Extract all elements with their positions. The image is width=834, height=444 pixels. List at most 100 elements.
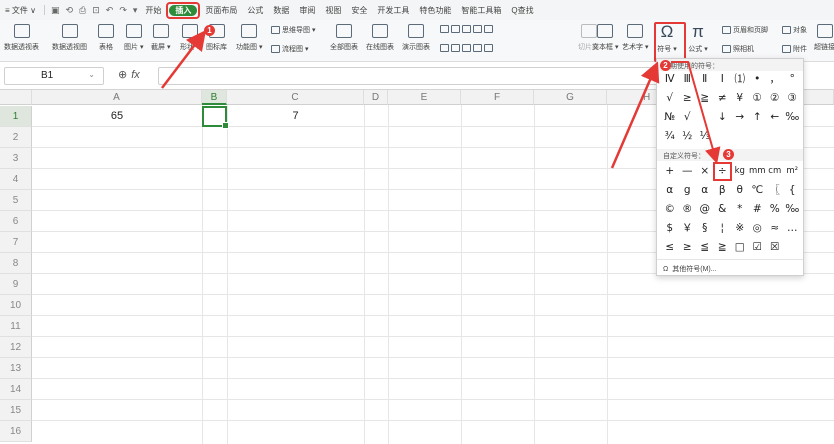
- textbox-button[interactable]: 文本框 ▾: [592, 24, 618, 52]
- row-header[interactable]: 3: [0, 148, 32, 169]
- symbol-item[interactable]: &: [714, 201, 732, 218]
- symbol-item[interactable]: ①: [749, 90, 767, 107]
- row-header[interactable]: 13: [0, 358, 32, 379]
- undo-icon[interactable]: ↶: [103, 5, 117, 16]
- symbol-item[interactable]: ☒: [766, 239, 784, 256]
- symbol-item[interactable]: α: [696, 182, 714, 199]
- picture-button[interactable]: 图片 ▾: [124, 24, 143, 52]
- row-header[interactable]: 5: [0, 190, 32, 211]
- symbol-item[interactable]: ≠: [714, 90, 732, 107]
- screenshot-button[interactable]: 截屏 ▾: [151, 24, 170, 52]
- symbol-item[interactable]: °: [784, 71, 802, 88]
- symbol-item[interactable]: ，: [766, 71, 784, 88]
- attachment-button[interactable]: 附件: [782, 44, 807, 54]
- object-button[interactable]: 对象: [782, 25, 807, 35]
- chart-type-buttons-row2[interactable]: [440, 44, 493, 52]
- symbol-item[interactable]: $: [661, 220, 679, 237]
- cell-a1[interactable]: 65: [32, 106, 202, 127]
- symbol-item[interactable]: Ⅲ: [679, 71, 697, 88]
- symbol-item[interactable]: ¥: [731, 90, 749, 107]
- tab-home[interactable]: 开始: [140, 5, 166, 16]
- mind-map-button[interactable]: 思维导图 ▾: [271, 25, 315, 35]
- wordart-button[interactable]: 艺术字 ▾: [622, 24, 648, 52]
- symbol-item[interactable]: ◎: [749, 220, 767, 237]
- tab-review[interactable]: 审阅: [294, 5, 320, 16]
- redo-icon[interactable]: ↷: [116, 5, 130, 16]
- column-header-c[interactable]: C: [227, 90, 364, 105]
- table-button[interactable]: 表格: [98, 24, 114, 52]
- symbol-item[interactable]: •: [749, 71, 767, 88]
- row-header[interactable]: 12: [0, 337, 32, 358]
- equation-button[interactable]: π 公式 ▾: [688, 23, 708, 54]
- chevron-down-icon[interactable]: ⌄: [88, 70, 95, 79]
- symbol-item[interactable]: Ⅳ: [661, 71, 679, 88]
- symbol-item[interactable]: α: [661, 182, 679, 199]
- tab-developer[interactable]: 开发工具: [372, 5, 414, 16]
- symbol-item[interactable]: ≥: [679, 90, 697, 107]
- symbol-item[interactable]: ≦: [696, 239, 714, 256]
- row-header[interactable]: 14: [0, 379, 32, 400]
- symbol-item[interactable]: …: [784, 220, 802, 237]
- row-header[interactable]: 10: [0, 295, 32, 316]
- flowchart-button[interactable]: 流程图 ▾: [271, 44, 308, 54]
- column-header-b[interactable]: B: [202, 90, 227, 105]
- tab-security[interactable]: 安全: [346, 5, 372, 16]
- row-header[interactable]: 2: [0, 127, 32, 148]
- symbol-item[interactable]: m²: [784, 163, 802, 180]
- symbol-item[interactable]: #: [749, 201, 767, 218]
- column-header-e[interactable]: E: [388, 90, 461, 105]
- print-icon[interactable]: ⎙: [76, 5, 89, 16]
- save-icon[interactable]: ▣: [48, 5, 63, 16]
- hyperlink-button[interactable]: 超链接: [814, 24, 834, 52]
- symbol-item[interactable]: ¾: [661, 128, 679, 145]
- row-header[interactable]: 8: [0, 253, 32, 274]
- tab-formulas[interactable]: 公式: [242, 5, 268, 16]
- symbol-item[interactable]: ≤: [661, 239, 679, 256]
- symbol-item[interactable]: mm: [749, 163, 767, 180]
- quick-access-dropdown-icon[interactable]: ▾: [130, 5, 141, 16]
- symbol-item[interactable]: Ⅱ: [696, 71, 714, 88]
- symbol-item[interactable]: 〖: [766, 182, 784, 199]
- row-header[interactable]: 16: [0, 421, 32, 442]
- tab-view[interactable]: 视图: [320, 5, 346, 16]
- symbol-item[interactable]: +: [661, 163, 679, 180]
- column-header-f[interactable]: F: [461, 90, 534, 105]
- symbol-item[interactable]: ↓: [714, 109, 732, 126]
- tab-data[interactable]: 数据: [268, 5, 294, 16]
- print-preview-icon[interactable]: ⊡: [89, 5, 103, 16]
- symbol-item[interactable]: ½: [679, 128, 697, 145]
- symbol-item[interactable]: kg: [731, 163, 749, 180]
- symbol-item[interactable]: ≥: [679, 239, 697, 256]
- file-menu[interactable]: ≡ 文件 ∨: [0, 5, 41, 16]
- function-chart-button[interactable]: 功能图 ▾: [236, 24, 262, 52]
- tab-insert[interactable]: 插入: [169, 4, 198, 16]
- symbol-item[interactable]: ×: [696, 163, 714, 180]
- row-header[interactable]: 1: [0, 106, 32, 127]
- all-charts-button[interactable]: 全部图表: [330, 24, 358, 52]
- symbol-item[interactable]: §: [696, 220, 714, 237]
- symbol-item[interactable]: ③: [784, 90, 802, 107]
- symbol-item[interactable]: ※: [731, 220, 749, 237]
- row-header[interactable]: 4: [0, 169, 32, 190]
- row-header[interactable]: 7: [0, 232, 32, 253]
- symbol-item[interactable]: ↑: [749, 109, 767, 126]
- function-icon[interactable]: ⊕ fx: [118, 68, 140, 81]
- symbol-item[interactable]: %: [766, 201, 784, 218]
- undo-history-icon[interactable]: ⟲: [62, 5, 76, 16]
- tab-features[interactable]: 特色功能: [414, 5, 456, 16]
- demo-chart-button[interactable]: 演示图表: [402, 24, 430, 52]
- header-footer-button[interactable]: 页眉和页脚: [722, 25, 768, 35]
- cell-c1[interactable]: 7: [227, 106, 364, 127]
- symbol-item[interactable]: ®: [679, 201, 697, 218]
- pivot-table-button[interactable]: 数据透视表: [4, 24, 39, 52]
- shape-button[interactable]: 形状 ▾: [180, 24, 199, 52]
- chart-type-buttons-row1[interactable]: [440, 25, 493, 33]
- camera-button[interactable]: 照相机: [722, 44, 754, 54]
- symbol-item[interactable]: □: [731, 239, 749, 256]
- symbol-item[interactable]: ⑴: [731, 71, 749, 88]
- symbol-item[interactable]: ☑: [749, 239, 767, 256]
- symbol-item[interactable]: ②: [766, 90, 784, 107]
- symbol-item[interactable]: *: [731, 201, 749, 218]
- symbol-item[interactable]: ⅓: [696, 128, 714, 145]
- symbol-item[interactable]: ≈: [766, 220, 784, 237]
